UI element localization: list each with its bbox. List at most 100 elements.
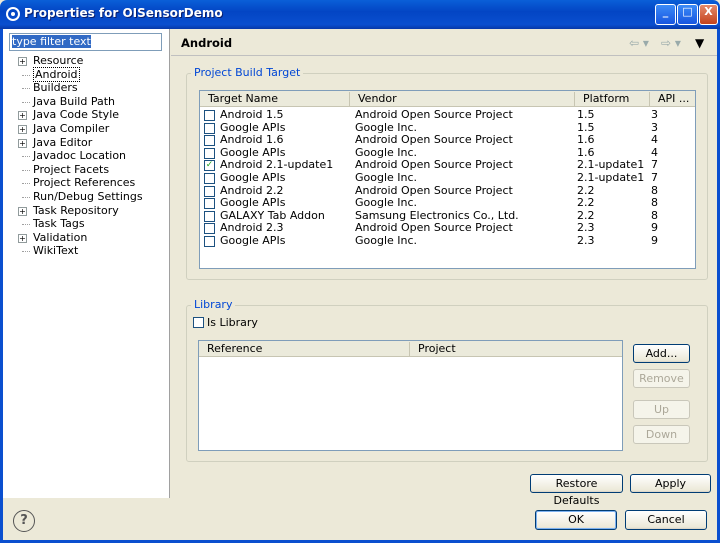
tree-item[interactable]: + Java Compiler <box>3 122 170 136</box>
help-icon[interactable]: ? <box>13 510 35 532</box>
tree-item[interactable]: Android <box>3 66 170 82</box>
tree-connector <box>22 88 30 90</box>
category-pane: type filter text + Resource Android Builder… <box>3 29 170 498</box>
cell-name: Android 1.5 <box>220 108 284 121</box>
tree-item[interactable]: Java Build Path <box>3 95 170 109</box>
remove-button[interactable]: Remove <box>633 369 690 388</box>
tree-connector <box>22 101 30 103</box>
eclipse-icon <box>6 7 20 21</box>
expand-icon[interactable]: + <box>18 111 27 121</box>
expand-icon[interactable]: + <box>18 206 27 216</box>
tree-item-label: Task Tags <box>33 217 85 231</box>
filter-input[interactable]: type filter text <box>9 33 162 51</box>
category-tree: + Resource Android Builders Java Build Path +… <box>3 54 170 258</box>
checkbox-icon[interactable] <box>204 122 215 134</box>
tree-item-label: Javadoc Location <box>33 149 127 163</box>
expand-icon[interactable]: + <box>18 124 27 134</box>
cell-vendor: Google Inc. <box>355 234 418 247</box>
checkbox-icon[interactable] <box>204 110 215 121</box>
cell-vendor: Google Inc. <box>355 196 418 210</box>
forward-arrow-icon[interactable]: ⇨ ▾ <box>661 36 681 50</box>
cancel-button[interactable]: Cancel <box>625 510 707 530</box>
cell-api: 3 <box>651 108 658 121</box>
tree-item[interactable]: + Validation <box>3 231 170 245</box>
back-arrow-icon[interactable]: ⇦ ▾ <box>629 36 649 50</box>
title-bar: Properties for OISensorDemo _ □ X <box>0 0 720 29</box>
table-row[interactable]: Android 1.6 Android Open Source Project 1.… <box>200 134 695 147</box>
page-header: Android ⇦ ▾ ⇨ ▾ ▼ <box>171 29 717 56</box>
properties-page: Android ⇦ ▾ ⇨ ▾ ▼ Project Build Target T… <box>171 29 717 507</box>
tree-item-label: Resource <box>33 54 84 67</box>
maximize-button[interactable]: □ <box>677 4 698 25</box>
tree-connector <box>22 196 30 198</box>
minimize-button[interactable]: _ <box>655 4 676 25</box>
cell-api: 8 <box>651 196 658 210</box>
checkbox-icon[interactable] <box>204 223 215 235</box>
tree-item[interactable]: Task Tags <box>3 217 170 231</box>
tree-item-label: WikiText <box>33 244 79 258</box>
checkbox-icon[interactable] <box>204 198 215 210</box>
tree-item[interactable]: Project References <box>3 176 170 190</box>
checkbox-icon[interactable] <box>204 185 215 197</box>
col-reference[interactable]: Reference <box>199 342 410 356</box>
col-target-name[interactable]: Target Name <box>200 92 350 106</box>
restore-defaults-button[interactable]: Restore Defaults <box>530 474 623 507</box>
table-row[interactable]: Google APIs Google Inc. 2.1-update1 7 <box>200 171 695 185</box>
build-target-label: Project Build Target <box>191 66 304 79</box>
cell-name: Google APIs <box>220 234 286 247</box>
tree-item[interactable]: + Java Editor <box>3 136 170 150</box>
checkbox-icon[interactable] <box>204 210 215 222</box>
cell-api: 9 <box>651 234 658 247</box>
table-row[interactable]: Google APIs Google Inc. 2.2 8 <box>200 197 695 210</box>
cell-platform: 1.5 <box>577 108 595 121</box>
tree-item-label: Builders <box>33 81 78 95</box>
tree-item[interactable]: + Resource <box>3 54 170 68</box>
col-platform[interactable]: Platform <box>575 92 650 106</box>
tree-item[interactable]: Builders <box>3 81 170 95</box>
tree-item[interactable]: + Task Repository <box>3 204 170 218</box>
cell-name: Google APIs <box>220 171 286 184</box>
down-button[interactable]: Down <box>633 425 690 444</box>
tree-connector <box>22 224 30 226</box>
checkbox-icon[interactable] <box>204 135 215 147</box>
window-title: Properties for OISensorDemo <box>24 6 223 20</box>
tree-item[interactable]: WikiText <box>3 244 170 258</box>
tree-item-label: Validation <box>33 230 88 244</box>
cell-platform: 2.2 <box>577 196 595 210</box>
tree-item-label: Java Build Path <box>33 94 116 108</box>
expand-icon[interactable]: + <box>18 233 27 243</box>
col-vendor[interactable]: Vendor <box>350 92 575 106</box>
up-button[interactable]: Up <box>633 400 690 419</box>
view-menu-icon[interactable]: ▼ <box>695 36 704 50</box>
cell-platform: 1.6 <box>577 133 595 147</box>
tree-item[interactable]: Run/Debug Settings <box>3 190 170 204</box>
apply-button[interactable]: Apply <box>630 474 711 493</box>
checkbox-icon[interactable] <box>204 173 215 184</box>
minimize-icon: _ <box>662 5 669 18</box>
close-button[interactable]: X <box>699 4 718 25</box>
cell-vendor: Android Open Source Project <box>355 133 513 147</box>
add-button[interactable]: Add... <box>633 344 690 363</box>
expand-icon[interactable]: + <box>18 138 27 148</box>
filter-placeholder: type filter text <box>12 35 91 48</box>
tree-connector <box>22 251 30 253</box>
close-icon: X <box>704 5 713 18</box>
table-row[interactable]: Google APIs Google Inc. 2.3 9 <box>200 234 695 248</box>
checkbox-icon[interactable] <box>204 236 215 247</box>
cell-api: 4 <box>651 133 658 147</box>
cell-platform: 2.1-update1 <box>577 171 645 184</box>
tree-item[interactable]: Javadoc Location <box>3 149 170 163</box>
table-row[interactable]: Android 1.5 Android Open Source Project 1.… <box>200 108 695 122</box>
library-table[interactable]: Reference Project <box>198 340 623 451</box>
tree-item[interactable]: Project Facets <box>3 163 170 177</box>
col-project[interactable]: Project <box>410 342 624 356</box>
checkbox-checked-icon[interactable]: ✓ <box>204 160 215 172</box>
expand-icon[interactable]: + <box>18 57 27 66</box>
tree-connector <box>22 183 30 185</box>
checkbox-icon[interactable] <box>204 147 215 159</box>
checkbox-icon <box>193 317 204 328</box>
ok-button[interactable]: OK <box>535 510 617 530</box>
build-target-table[interactable]: Target Name Vendor Platform API ... Andr… <box>199 90 696 269</box>
col-api[interactable]: API ... <box>650 92 697 106</box>
tree-item[interactable]: + Java Code Style <box>3 108 170 122</box>
